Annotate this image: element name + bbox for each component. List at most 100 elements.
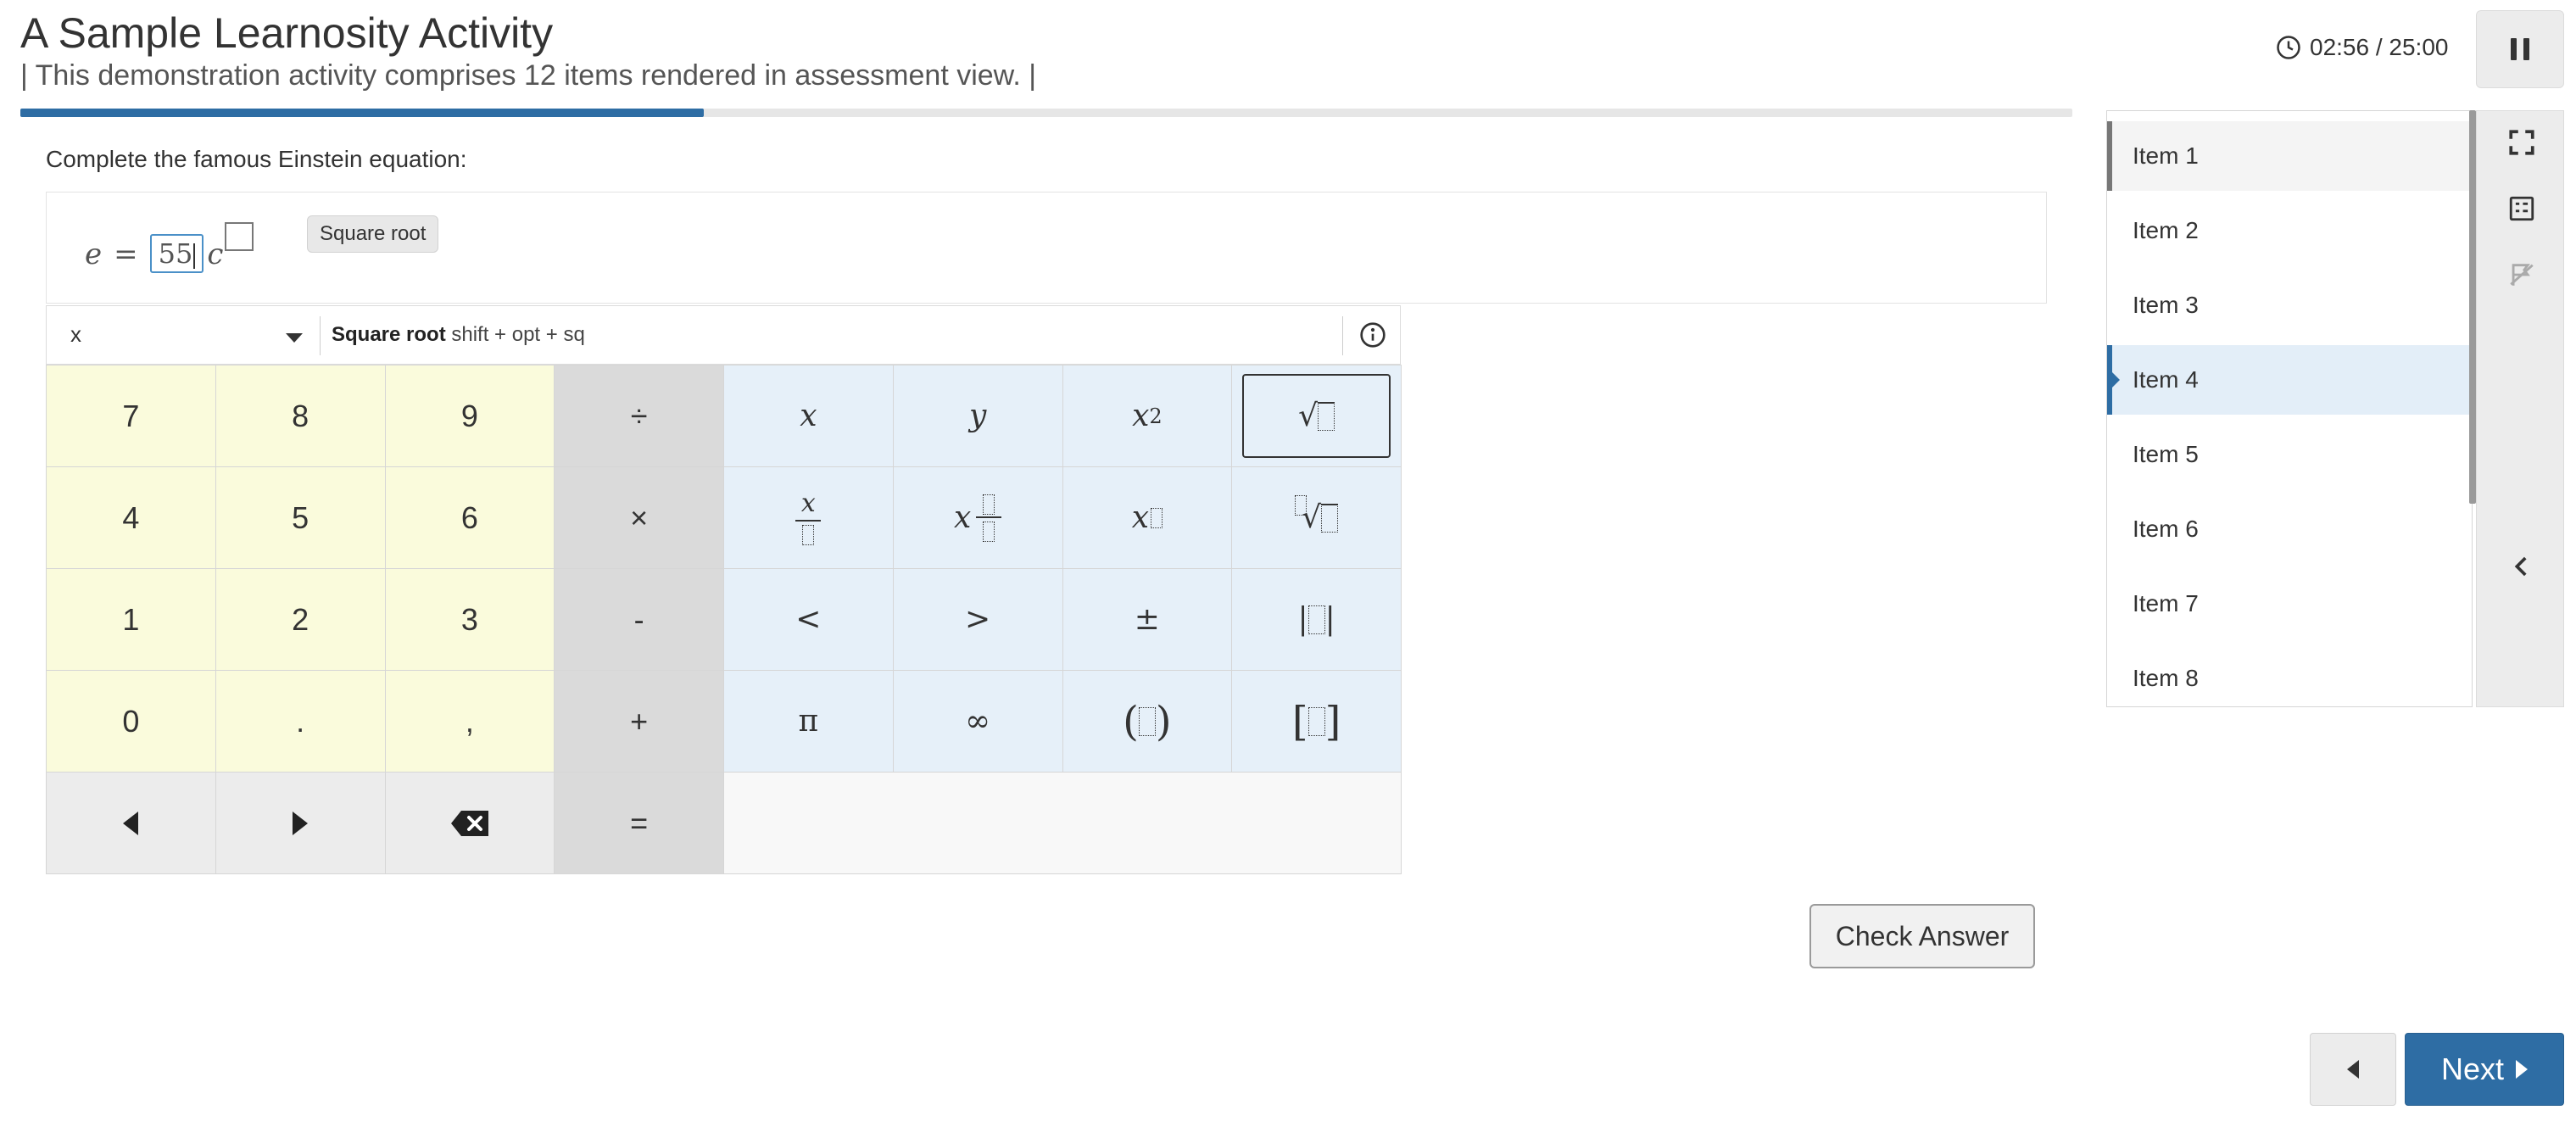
key-x-squared[interactable]: x2 (1062, 365, 1233, 467)
mixed-fraction-icon (976, 494, 1002, 542)
key-absolute-value[interactable]: | | (1232, 569, 1402, 671)
progress-bar (20, 109, 2072, 117)
key-6[interactable]: 6 (385, 467, 555, 569)
key-label: ( (1123, 697, 1139, 745)
key-fraction[interactable]: x (724, 467, 894, 569)
key-nth-root[interactable]: √ (1232, 467, 1402, 569)
pause-button[interactable] (2476, 10, 2564, 88)
key-4[interactable]: 4 (47, 467, 216, 569)
list-item[interactable]: Item 2 (2107, 196, 2472, 265)
key-label: 2 (292, 601, 309, 637)
list-item[interactable]: Item 3 (2107, 271, 2472, 340)
key-x[interactable]: x (724, 365, 894, 467)
item-label: Item 7 (2133, 590, 2199, 616)
math-variable: c (207, 237, 224, 271)
pause-icon (2511, 38, 2517, 60)
list-item[interactable]: Item 8 (2107, 644, 2472, 706)
key-label: 0 (122, 703, 140, 739)
symbol-group-select[interactable]: x (70, 321, 350, 348)
key-parentheses[interactable]: () (1062, 671, 1233, 773)
info-icon[interactable] (1359, 321, 1386, 349)
key-infinity[interactable]: ∞ (893, 671, 1063, 773)
key-label: × (630, 499, 649, 535)
item-review-icon[interactable] (2507, 194, 2536, 223)
key-3[interactable]: 3 (385, 569, 555, 671)
key-1[interactable]: 1 (47, 569, 216, 671)
list-item[interactable]: Item 7 (2107, 569, 2472, 639)
arrow-right-icon (293, 811, 309, 835)
key-label: 9 (460, 398, 478, 433)
key-label: 1 (122, 601, 140, 637)
math-input-box[interactable]: 55 (149, 234, 204, 273)
timer-value: 02:56 / 25:00 (2310, 34, 2449, 60)
key-mixed-fraction[interactable]: x (893, 467, 1063, 569)
chevron-left-icon[interactable] (2507, 552, 2536, 581)
key-minus[interactable]: - (555, 569, 724, 671)
previous-button[interactable] (2310, 1033, 2396, 1106)
key-square-root[interactable]: √ (1232, 365, 1402, 467)
nth-root-icon: √ (1302, 500, 1322, 535)
progress-bar-fill (20, 109, 704, 117)
arrow-right-icon (2516, 1060, 2529, 1079)
key-label: ± (1134, 602, 1160, 637)
key-power[interactable]: x (1062, 467, 1233, 569)
key-label: ∞ (965, 704, 991, 739)
fullscreen-icon[interactable] (2507, 128, 2536, 157)
key-label: | (1297, 602, 1308, 637)
chevron-down-icon[interactable] (286, 333, 303, 343)
key-label: x (800, 488, 816, 518)
key-label: 7 (122, 398, 140, 433)
list-item[interactable]: Item 6 (2107, 494, 2472, 564)
exponent-placeholder[interactable] (225, 222, 254, 251)
key-label: + (630, 703, 649, 739)
key-greater-than[interactable]: > (893, 569, 1063, 671)
key-cursor-right[interactable] (215, 773, 386, 874)
item-navigation-list: Item 1 Item 2 Item 3 Item 4 Item 5 Item … (2106, 110, 2473, 707)
key-7[interactable]: 7 (47, 365, 216, 467)
item-label: Item 8 (2133, 665, 2199, 691)
key-label: [ (1291, 697, 1308, 745)
key-times[interactable]: × (555, 467, 724, 569)
key-y[interactable]: y (893, 365, 1063, 467)
placeholder-box (1138, 706, 1156, 736)
key-decimal[interactable]: . (215, 671, 386, 773)
key-brackets[interactable]: [] (1232, 671, 1402, 773)
placeholder-box (1318, 401, 1335, 431)
key-divide[interactable]: ÷ (555, 365, 724, 467)
placeholder-box (802, 524, 815, 545)
next-label: Next (2440, 1052, 2505, 1086)
activity-subtitle: | This demonstration activity comprises … (20, 59, 1037, 92)
key-equals[interactable]: = (555, 773, 724, 874)
key-pi[interactable]: π (724, 671, 894, 773)
key-9[interactable]: 9 (385, 365, 555, 467)
key-label: | (1324, 602, 1335, 637)
key-2[interactable]: 2 (215, 569, 386, 671)
key-5[interactable]: 5 (215, 467, 386, 569)
arrow-left-icon (123, 811, 139, 835)
key-plus[interactable]: + (555, 671, 724, 773)
keypad-empty-area (724, 773, 1402, 874)
list-item-current[interactable]: Item 4 (2107, 345, 2472, 415)
item-label: Item 1 (2133, 142, 2199, 169)
key-cursor-left[interactable] (47, 773, 216, 874)
keyboard-hint: Square root shift + opt + sq (332, 323, 585, 347)
keypad-toolbar: x Square root shift + opt + sq (46, 305, 1401, 365)
next-button[interactable]: Next (2405, 1033, 2564, 1106)
list-scrollbar[interactable] (2469, 110, 2476, 504)
placeholder-box (1321, 503, 1339, 533)
key-8[interactable]: 8 (215, 365, 386, 467)
key-less-than[interactable]: < (724, 569, 894, 671)
tooltip: Square root (307, 215, 439, 253)
key-label: π (798, 704, 819, 739)
toolbar-divider (1342, 316, 1343, 355)
flag-off-icon[interactable] (2507, 260, 2536, 289)
clock-icon (2277, 36, 2300, 59)
check-answer-button[interactable]: Check Answer (1809, 904, 2035, 968)
key-comma[interactable]: , (385, 671, 555, 773)
list-item[interactable]: Item 5 (2107, 420, 2472, 489)
key-backspace[interactable] (385, 773, 555, 874)
key-plus-minus[interactable]: ± (1062, 569, 1233, 671)
list-item[interactable]: Item 1 (2107, 121, 2472, 191)
placeholder-box (983, 494, 995, 515)
key-0[interactable]: 0 (47, 671, 216, 773)
